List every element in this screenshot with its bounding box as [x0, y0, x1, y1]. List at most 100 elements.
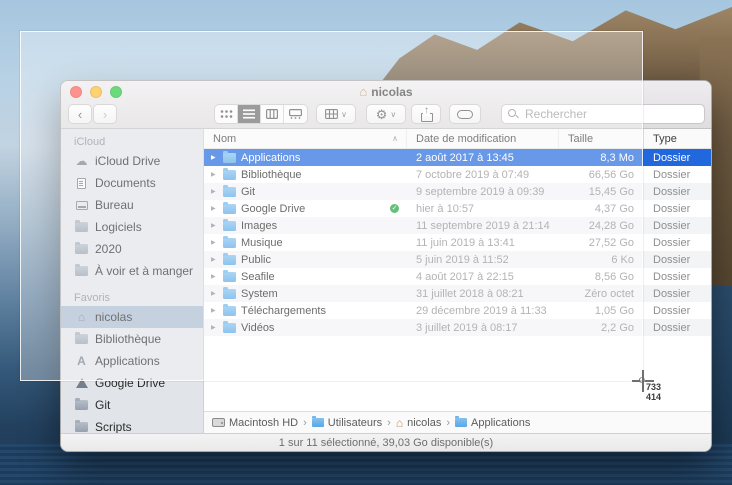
documents-icon: [77, 177, 86, 189]
table-row[interactable]: ▶ Seafile 4 août 2017 à 22:15 8,56 Go Dossi…: [204, 268, 711, 285]
sidebar-item-nicolas[interactable]: ⌂ nicolas: [61, 306, 203, 328]
finder-window: ⌂ nicolas ‹ › ∨ ⚙ ∨ ↑ Rechercher iCloud …: [60, 80, 712, 452]
chevron-left-icon: ‹: [77, 106, 83, 122]
tag-button[interactable]: [449, 104, 481, 124]
folder-icon: [75, 220, 88, 232]
columns-icon: [266, 109, 278, 119]
table-rows: ▶ Applications 2 août 2017 à 13:45 8,3 Mo D…: [204, 149, 711, 336]
folder-icon: [223, 201, 236, 214]
list-icon: [243, 109, 255, 119]
sidebar-item-git[interactable]: Git: [61, 394, 203, 416]
folder-icon: [223, 235, 236, 248]
home-icon: ⌂: [359, 84, 368, 99]
disclosure-triangle-icon[interactable]: ▶: [211, 188, 218, 195]
sidebar-item-bibliotheque[interactable]: Bibliothèque: [61, 328, 203, 350]
path-separator-icon: ›: [387, 416, 391, 429]
share-icon: [420, 104, 433, 122]
disclosure-triangle-icon[interactable]: ▶: [211, 154, 218, 161]
table-row[interactable]: ▶ Public 5 juin 2019 à 11:52 6 Ko Dossier: [204, 251, 711, 268]
island-scenery: [378, 6, 732, 86]
table-row[interactable]: ▶ Google Drive ✓ hier à 10:57 4,37 Go Dossie…: [204, 200, 711, 217]
folder-icon: [455, 416, 467, 427]
sidebar-item-scripts[interactable]: Scripts: [61, 416, 203, 433]
sidebar-section-favoris: Favoris: [74, 292, 111, 304]
sidebar-item-documents[interactable]: Documents: [61, 172, 203, 194]
disclosure-triangle-icon[interactable]: ▶: [211, 273, 218, 280]
search-icon: [508, 108, 519, 120]
search-input[interactable]: [523, 106, 698, 122]
sync-complete-badge: ✓: [390, 204, 399, 213]
google-drive-icon: [75, 378, 88, 388]
disclosure-triangle-icon[interactable]: ▶: [211, 239, 218, 246]
column-view-button[interactable]: [261, 105, 284, 123]
folder-icon: [223, 218, 236, 231]
grid-icon: [220, 110, 232, 118]
table-row[interactable]: ▶ Bibliothèque 7 octobre 2019 à 07:49 66,5…: [204, 166, 711, 183]
folder-icon: [223, 184, 236, 197]
table-row[interactable]: ▶ System 31 juillet 2018 à 08:21 Zéro octe…: [204, 285, 711, 302]
sidebar-item-icloud-drive[interactable]: ☁ iCloud Drive: [61, 150, 203, 172]
gallery-view-button[interactable]: [284, 105, 307, 123]
table-row[interactable]: ▶ Git 9 septembre 2019 à 09:39 15,45 Go Dos…: [204, 183, 711, 200]
sidebar-item-google-drive[interactable]: Google Drive: [61, 372, 203, 394]
titlebar[interactable]: ⌂ nicolas: [61, 81, 711, 101]
chevron-down-icon: ∨: [341, 109, 347, 119]
toolbar: ‹ › ∨ ⚙ ∨ ↑ Rechercher: [61, 101, 711, 129]
sidebar-item-logiciels[interactable]: Logiciels: [61, 216, 203, 238]
column-header-taille[interactable]: Taille: [559, 129, 644, 148]
group-button[interactable]: ∨: [316, 104, 356, 124]
gear-icon: ⚙: [375, 106, 388, 122]
disclosure-triangle-icon[interactable]: ▶: [211, 324, 218, 331]
table-row[interactable]: ▶ Musique 11 juin 2019 à 13:41 27,52 Go Dos…: [204, 234, 711, 251]
sidebar: iCloud ☁ iCloud Drive Documents Bureau Lo…: [61, 129, 204, 433]
window-chrome: ⌂ nicolas ‹ › ∨ ⚙ ∨ ↑ Rechercher: [61, 81, 711, 129]
table-row[interactable]: ▶ Téléchargements 29 décembre 2019 à 11:3…: [204, 302, 711, 319]
sidebar-item-applications[interactable]: A Applications: [61, 350, 203, 372]
folder-icon: [223, 167, 236, 180]
desktop-icon: [75, 200, 88, 210]
table-row[interactable]: ▶ Vidéos 3 juillet 2019 à 08:17 2,2 Go Doss…: [204, 319, 711, 336]
column-header-nom[interactable]: Nom ∧: [204, 129, 407, 148]
search-field[interactable]: [501, 104, 705, 124]
folder-icon: [75, 264, 88, 276]
list-view-button[interactable]: [238, 105, 261, 123]
action-button[interactable]: ⚙ ∨: [366, 104, 406, 124]
path-item-nicolas[interactable]: ⌂ nicolas: [396, 416, 442, 430]
sort-ascending-icon: ∧: [392, 134, 398, 143]
path-item-macintosh-hd[interactable]: Macintosh HD: [212, 417, 298, 429]
folder-icon: [75, 398, 88, 410]
column-header-date[interactable]: Date de modification: [407, 129, 559, 148]
sidebar-item-2020[interactable]: 2020: [61, 238, 203, 260]
sidebar-item-a-voir[interactable]: À voir et à manger: [61, 260, 203, 282]
disclosure-triangle-icon[interactable]: ▶: [211, 307, 218, 314]
window-title: ⌂ nicolas: [359, 84, 413, 99]
table-row[interactable]: ▶ Images 11 septembre 2019 à 21:14 24,28 G…: [204, 217, 711, 234]
status-bar: 1 sur 11 sélectionné, 39,03 Go disponibl…: [61, 433, 711, 451]
disclosure-triangle-icon[interactable]: ▶: [211, 290, 218, 297]
icon-view-button[interactable]: [215, 105, 238, 123]
folder-icon: [75, 242, 88, 254]
folder-icon: [75, 420, 88, 432]
sidebar-item-bureau[interactable]: Bureau: [61, 194, 203, 216]
table-header: Nom ∧ Date de modification Taille Type: [204, 129, 711, 149]
disclosure-triangle-icon[interactable]: ▶: [211, 171, 218, 178]
table-row[interactable]: ▶ Applications 2 août 2017 à 13:45 8,3 Mo D…: [204, 149, 711, 166]
path-item-utilisateurs[interactable]: Utilisateurs: [311, 416, 382, 429]
cloud-icon: ☁: [75, 154, 88, 168]
path-separator-icon: ›: [303, 416, 307, 429]
path-bar: Macintosh HD › Utilisateurs › ⌂ nicolas ›…: [204, 411, 711, 433]
disclosure-triangle-icon[interactable]: ▶: [211, 205, 218, 212]
column-header-type[interactable]: Type: [644, 129, 711, 148]
back-button[interactable]: ‹: [68, 104, 92, 124]
sidebar-section-icloud: iCloud: [74, 136, 106, 148]
folder-icon: [223, 320, 236, 333]
disclosure-triangle-icon[interactable]: ▶: [211, 256, 218, 263]
group-icon: [325, 109, 339, 119]
chevron-down-icon: ∨: [390, 109, 397, 119]
path-item-applications[interactable]: Applications: [455, 416, 530, 429]
folder-icon: [223, 252, 236, 265]
disclosure-triangle-icon[interactable]: ▶: [211, 222, 218, 229]
applications-icon: A: [77, 354, 86, 368]
forward-button[interactable]: ›: [93, 104, 117, 124]
share-button[interactable]: [411, 104, 441, 124]
